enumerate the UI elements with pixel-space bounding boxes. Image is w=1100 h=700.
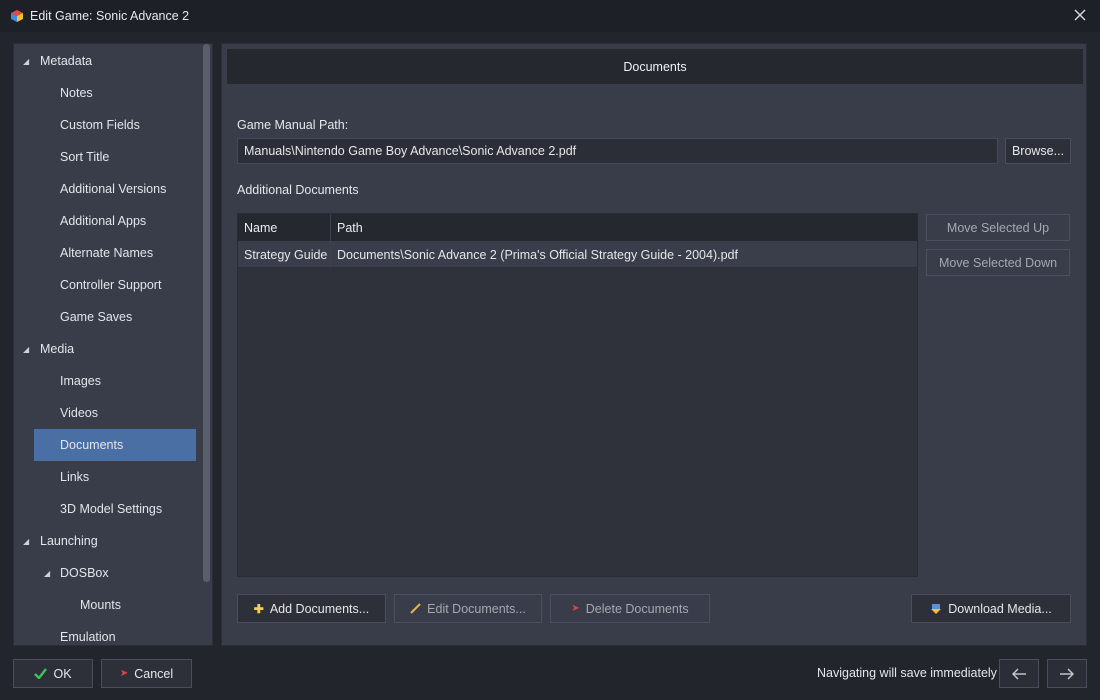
add-documents-button[interactable]: ✚ Add Documents... bbox=[237, 594, 386, 623]
sidebar-item-label: Notes bbox=[60, 86, 93, 100]
sidebar-item-media[interactable]: ◢ Media bbox=[14, 333, 204, 365]
title-bar: Edit Game: Sonic Advance 2 bbox=[0, 0, 1100, 32]
sidebar-item-game-saves[interactable]: Game Saves bbox=[14, 301, 204, 333]
sidebar-item-label: Metadata bbox=[40, 54, 93, 68]
sidebar-item-videos[interactable]: Videos bbox=[14, 397, 204, 429]
sidebar-item-label: Custom Fields bbox=[60, 118, 140, 132]
sidebar-item-documents[interactable]: Documents bbox=[34, 429, 196, 461]
sidebar-scrollbar[interactable] bbox=[203, 44, 210, 582]
delete-icon: ➤ bbox=[571, 603, 580, 614]
checkmark-icon bbox=[34, 668, 48, 679]
navigation-save-note: Navigating will save immediately bbox=[817, 666, 997, 680]
move-selected-down-button[interactable]: Move Selected Down bbox=[926, 249, 1070, 276]
manual-path-label: Game Manual Path: bbox=[237, 118, 349, 132]
download-media-button[interactable]: Download Media... bbox=[911, 594, 1071, 623]
expanded-caret-icon[interactable]: ◢ bbox=[23, 57, 29, 66]
download-icon bbox=[931, 603, 942, 614]
table-header: Name Path bbox=[238, 214, 917, 241]
sidebar-item-links[interactable]: Links bbox=[14, 461, 204, 493]
delete-documents-label: Delete Documents bbox=[585, 601, 689, 616]
cancel-label: Cancel bbox=[134, 666, 174, 681]
sidebar-item-label: Images bbox=[60, 374, 101, 388]
ok-label: OK bbox=[53, 666, 72, 681]
sidebar-item-custom-fields[interactable]: Custom Fields bbox=[14, 109, 204, 141]
pencil-icon bbox=[410, 603, 421, 614]
sidebar-item-dosbox[interactable]: ◢ DOSBox bbox=[14, 557, 204, 589]
cancel-button[interactable]: ➤ Cancel bbox=[101, 659, 192, 688]
sidebar-item-label: Controller Support bbox=[60, 278, 162, 292]
expanded-caret-icon[interactable]: ◢ bbox=[23, 537, 29, 546]
sidebar-tree: ◢ Metadata Notes Custom Fields Sort Titl… bbox=[13, 43, 213, 646]
sidebar-item-label: Emulation bbox=[60, 630, 116, 644]
sidebar-item-emulation[interactable]: Emulation bbox=[14, 621, 204, 645]
sidebar-item-sort-title[interactable]: Sort Title bbox=[14, 141, 204, 173]
sidebar-item-metadata[interactable]: ◢ Metadata bbox=[14, 45, 204, 77]
sidebar-item-label: Sort Title bbox=[60, 150, 110, 164]
sidebar-item-label: Videos bbox=[60, 406, 98, 420]
cell-path: Documents\Sonic Advance 2 (Prima's Offic… bbox=[337, 247, 738, 262]
delete-documents-button[interactable]: ➤ Delete Documents bbox=[550, 594, 710, 623]
sidebar-item-label: Media bbox=[40, 342, 75, 356]
main-panel: Documents Game Manual Path: Manuals\Nint… bbox=[221, 43, 1087, 646]
sidebar-item-alternate-names[interactable]: Alternate Names bbox=[14, 237, 204, 269]
manual-path-input[interactable]: Manuals\Nintendo Game Boy Advance\Sonic … bbox=[237, 138, 998, 164]
documents-table: Name Path Strategy Guide Documents\Sonic… bbox=[237, 213, 918, 577]
arrow-left-icon bbox=[1012, 668, 1026, 679]
sidebar-item-images[interactable]: Images bbox=[14, 365, 204, 397]
expanded-caret-icon[interactable]: ◢ bbox=[23, 345, 29, 354]
add-documents-label: Add Documents... bbox=[269, 601, 370, 616]
section-header: Documents bbox=[227, 49, 1083, 84]
sidebar-item-additional-versions[interactable]: Additional Versions bbox=[14, 173, 204, 205]
sidebar-item-label: Links bbox=[60, 470, 90, 484]
cancel-icon: ➤ bbox=[119, 668, 129, 679]
sidebar-item-label: Game Saves bbox=[60, 310, 133, 324]
table-row[interactable]: Strategy Guide Documents\Sonic Advance 2… bbox=[238, 241, 917, 268]
column-header-path[interactable]: Path bbox=[331, 214, 363, 241]
previous-button[interactable] bbox=[999, 659, 1039, 688]
sidebar-item-label: 3D Model Settings bbox=[60, 502, 163, 516]
edit-documents-label: Edit Documents... bbox=[427, 601, 526, 616]
close-icon[interactable] bbox=[1072, 7, 1088, 23]
ok-button[interactable]: OK bbox=[13, 659, 93, 688]
sidebar-item-additional-apps[interactable]: Additional Apps bbox=[14, 205, 204, 237]
sidebar-item-label: Launching bbox=[40, 534, 98, 548]
download-media-label: Download Media... bbox=[948, 601, 1052, 616]
sidebar-item-label: Additional Apps bbox=[60, 214, 147, 228]
sidebar-item-mounts[interactable]: Mounts bbox=[14, 589, 204, 621]
sidebar-item-controller-support[interactable]: Controller Support bbox=[14, 269, 204, 301]
expanded-caret-icon[interactable]: ◢ bbox=[44, 569, 50, 578]
move-selected-up-button[interactable]: Move Selected Up bbox=[926, 214, 1070, 241]
cell-name: Strategy Guide bbox=[238, 241, 331, 268]
edit-documents-button[interactable]: Edit Documents... bbox=[394, 594, 542, 623]
arrow-right-icon bbox=[1060, 668, 1074, 679]
sidebar-item-label: Mounts bbox=[80, 598, 121, 612]
additional-documents-label: Additional Documents bbox=[237, 183, 359, 197]
sidebar-item-label: Additional Versions bbox=[60, 182, 167, 196]
sidebar-item-launching[interactable]: ◢ Launching bbox=[14, 525, 204, 557]
sidebar-item-notes[interactable]: Notes bbox=[14, 77, 204, 109]
next-button[interactable] bbox=[1047, 659, 1087, 688]
browse-button[interactable]: Browse... bbox=[1005, 138, 1071, 164]
sidebar-item-3d-model-settings[interactable]: 3D Model Settings bbox=[14, 493, 204, 525]
sidebar-item-label: DOSBox bbox=[60, 566, 109, 580]
plus-icon: ✚ bbox=[253, 601, 264, 616]
column-header-name[interactable]: Name bbox=[238, 214, 331, 241]
window-title: Edit Game: Sonic Advance 2 bbox=[30, 9, 190, 23]
launchbox-app-icon bbox=[11, 10, 23, 22]
sidebar-item-label: Alternate Names bbox=[60, 246, 154, 260]
sidebar-item-label: Documents bbox=[60, 438, 124, 452]
